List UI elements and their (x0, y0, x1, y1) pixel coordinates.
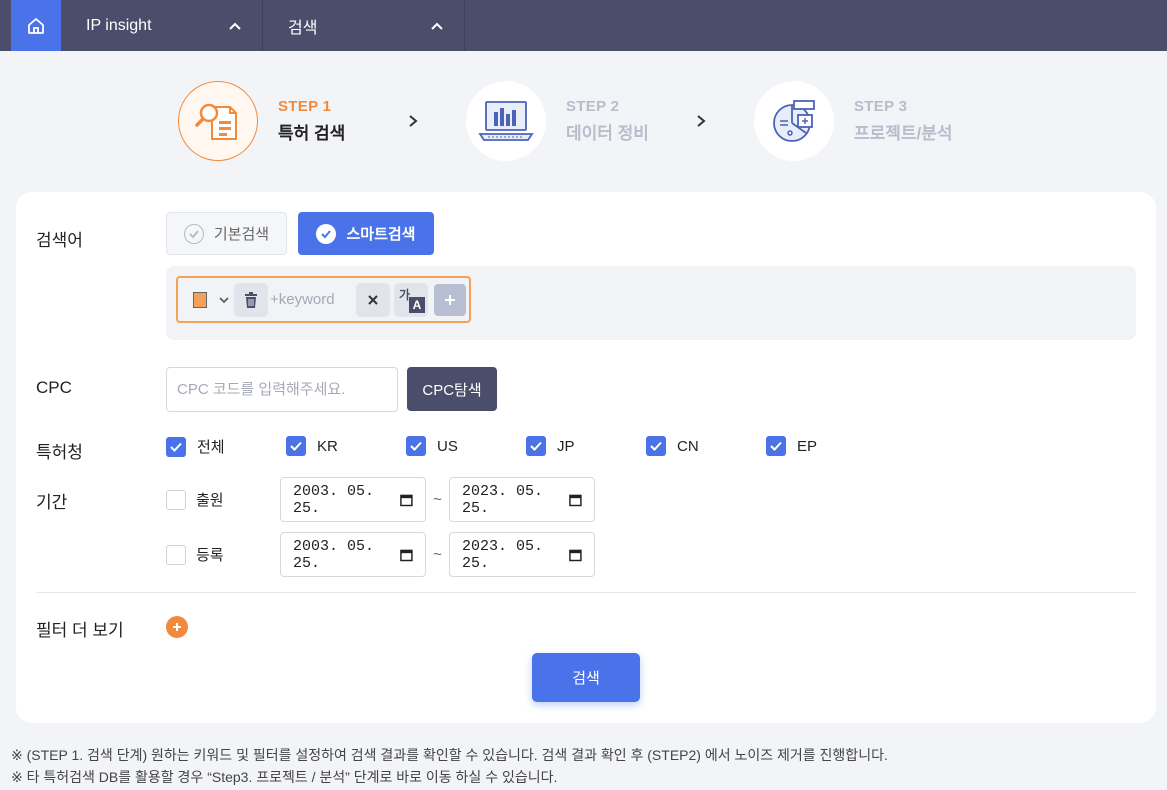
step-1-badge (178, 81, 258, 161)
delete-keyword-button[interactable] (234, 282, 268, 317)
top-nav: IP insight 검색 (0, 0, 1167, 51)
office-option-us[interactable]: US (406, 436, 458, 456)
date-from-field[interactable]: 2003. 05. 25. (280, 477, 426, 522)
basic-search-toggle[interactable]: 기본검색 (166, 212, 287, 255)
step-number: STEP 3 (854, 98, 908, 115)
more-filters-button[interactable] (166, 616, 188, 638)
office-option-label: KR (317, 437, 338, 455)
check-circle-icon (316, 223, 337, 244)
keyword-group: 가 A (176, 276, 471, 323)
calendar-icon[interactable] (400, 493, 413, 507)
search-button[interactable]: 검색 (532, 653, 640, 702)
office-option-kr[interactable]: KR (286, 436, 338, 456)
translate-glyph-en: A (409, 296, 425, 313)
smart-search-label: 스마트검색 (346, 226, 416, 243)
nav-menu-search[interactable]: 검색 (263, 0, 465, 51)
keyword-label: 검색어 (36, 231, 83, 250)
nav-menu-label: 검색 (288, 19, 318, 37)
step-2-badge (466, 81, 546, 161)
data-refine-icon (478, 101, 534, 141)
calendar-icon[interactable] (400, 548, 413, 562)
checkbox[interactable] (166, 544, 186, 565)
patent-search-icon (195, 103, 237, 140)
calendar-icon[interactable] (569, 493, 582, 507)
chevron-up-icon (431, 22, 443, 30)
period-type-label: 출원 (196, 492, 224, 509)
office-option-label: EP (797, 437, 818, 455)
divider (36, 592, 1136, 593)
checkbox[interactable] (646, 436, 666, 456)
period-row-application: 출원 2003. 05. 25. ~ 2023. 05. 25. (166, 477, 595, 522)
translate-icon: 가 A (397, 286, 425, 314)
date-range-separator: ~ (433, 546, 442, 563)
keyword-color-swatch[interactable] (193, 291, 207, 308)
checkbox[interactable] (286, 436, 306, 456)
add-keyword-button[interactable] (434, 283, 466, 316)
step-title: 프로젝트/분석 (854, 124, 953, 143)
date-to-field[interactable]: 2023. 05. 25. (449, 477, 595, 522)
office-label: 특허청 (36, 443, 83, 462)
date-from-field[interactable]: 2003. 05. 25. (280, 532, 426, 577)
home-icon (28, 17, 44, 34)
period-label: 기간 (36, 493, 68, 512)
office-option-all[interactable]: 전체 (166, 436, 225, 457)
office-option-label: US (437, 437, 458, 455)
keyword-input[interactable] (270, 291, 356, 308)
nav-menu-label: IP insight (86, 16, 152, 34)
office-option-label: CN (677, 437, 699, 455)
office-option-label: 전체 (197, 439, 225, 456)
office-option-ep[interactable]: EP (766, 436, 817, 456)
date-value: 2003. 05. 25. (293, 482, 375, 517)
nav-menu-ip-insight[interactable]: IP insight (61, 0, 263, 51)
cpc-label: CPC (36, 378, 72, 397)
calendar-icon[interactable] (569, 548, 582, 562)
step-number: STEP 2 (566, 98, 620, 115)
chevron-right-icon (697, 115, 706, 127)
date-value: 2003. 05. 25. (293, 537, 375, 572)
period-type-label: 등록 (196, 547, 224, 564)
date-value: 2023. 05. 25. (462, 482, 544, 517)
checkbox[interactable] (166, 436, 186, 457)
close-icon (368, 294, 378, 305)
check-circle-icon (183, 223, 204, 244)
step-title: 데이터 정비 (566, 124, 649, 143)
search-form-card: 검색어 기본검색 스마트검색 +keyword 가 A CPC CPC 코드를 … (16, 192, 1156, 723)
project-analysis-icon (773, 100, 815, 142)
period-row-registration: 등록 2003. 05. 25. ~ 2023. 05. 25. (166, 532, 595, 577)
step-2[interactable]: STEP 2 데이터 정비 (466, 81, 649, 161)
step-title: 특허 검색 (278, 124, 346, 143)
chevron-up-icon (229, 22, 241, 30)
basic-search-label: 기본검색 (213, 226, 270, 243)
date-range-separator: ~ (433, 491, 442, 508)
date-to-field[interactable]: 2023. 05. 25. (449, 532, 595, 577)
more-filters-label: 필터 더 보기 (36, 621, 124, 640)
cpc-input[interactable] (166, 367, 398, 412)
help-note: ※ (STEP 1. 검색 단계) 원하는 키워드 및 필터를 설정하여 검색 … (11, 747, 888, 763)
checkbox[interactable] (526, 436, 546, 456)
checkbox[interactable] (406, 436, 426, 456)
step-1[interactable]: STEP 1 특허 검색 (178, 81, 345, 161)
translate-button[interactable]: 가 A (394, 282, 428, 317)
home-button[interactable] (11, 0, 61, 51)
help-notes: ※ (STEP 1. 검색 단계) 원하는 키워드 및 필터를 설정하여 검색 … (11, 744, 888, 788)
smart-search-toggle[interactable]: 스마트검색 (298, 212, 434, 255)
checkbox[interactable] (166, 489, 186, 510)
plus-icon (445, 294, 455, 305)
trash-icon (245, 291, 257, 308)
step-number: STEP 1 (278, 98, 332, 115)
cpc-explore-button[interactable]: CPC탐색 (407, 367, 497, 411)
chevron-right-icon (409, 115, 418, 127)
date-value: 2023. 05. 25. (462, 537, 544, 572)
office-option-jp[interactable]: JP (526, 436, 575, 456)
clear-keyword-button[interactable] (356, 282, 390, 317)
chevron-down-icon[interactable] (219, 296, 229, 304)
step-3[interactable]: STEP 3 프로젝트/분석 (754, 81, 953, 161)
plus-icon (173, 623, 181, 631)
checkbox[interactable] (766, 436, 786, 456)
keyword-area: 가 A (166, 266, 1136, 340)
step-3-badge (754, 81, 834, 161)
help-note: ※ 타 특허검색 DB를 활용할 경우 “Step3. 프로젝트 / 분석” 단… (11, 769, 558, 785)
office-option-cn[interactable]: CN (646, 436, 699, 456)
office-option-label: JP (557, 437, 575, 455)
